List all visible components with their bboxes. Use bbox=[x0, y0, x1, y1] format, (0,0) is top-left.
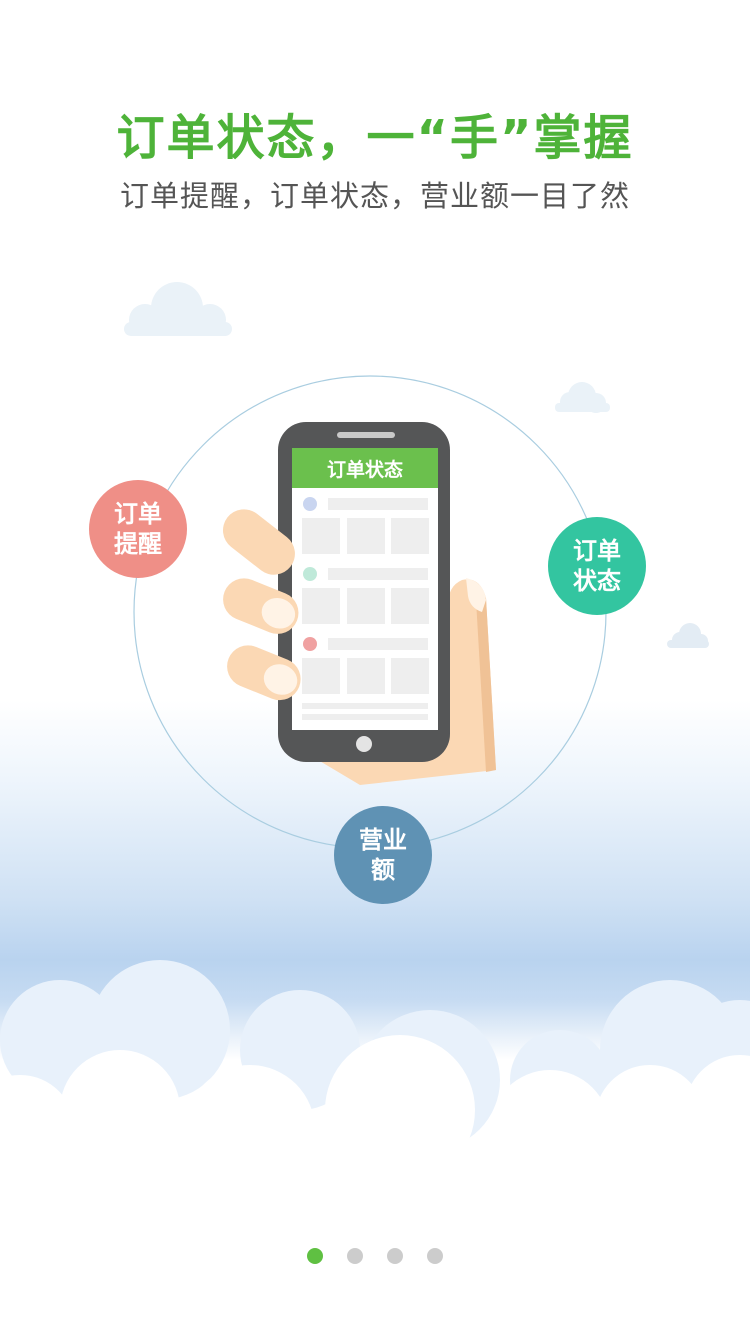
feature-order-status[interactable]: 订单 状态 bbox=[548, 517, 646, 615]
illustration bbox=[0, 282, 750, 1334]
cloud-small-right bbox=[555, 382, 610, 413]
cloud-small-left bbox=[124, 282, 232, 336]
phone-screen-title: 订单状态 bbox=[326, 459, 403, 481]
feature-revenue-line1: 营业 bbox=[359, 826, 407, 854]
feature-revenue[interactable]: 营业 额 bbox=[334, 806, 432, 904]
page-dot[interactable] bbox=[347, 1248, 363, 1264]
feature-order-reminder-line1: 订单 bbox=[114, 500, 162, 528]
page-dot[interactable] bbox=[427, 1248, 443, 1264]
cloud-tiny-right bbox=[667, 623, 709, 648]
feature-revenue-line2: 额 bbox=[371, 856, 395, 884]
feature-order-reminder-line2: 提醒 bbox=[114, 530, 162, 558]
feature-order-status-line1: 订单 bbox=[573, 537, 621, 565]
page-dot[interactable] bbox=[387, 1248, 403, 1264]
feature-order-status-line2: 状态 bbox=[573, 567, 621, 595]
page-indicator bbox=[0, 1248, 750, 1264]
cloud-bank bbox=[0, 960, 750, 1334]
page-dot-active[interactable] bbox=[307, 1248, 323, 1264]
feature-order-reminder[interactable]: 订单 提醒 bbox=[89, 480, 187, 578]
phone-home-button bbox=[356, 736, 372, 752]
